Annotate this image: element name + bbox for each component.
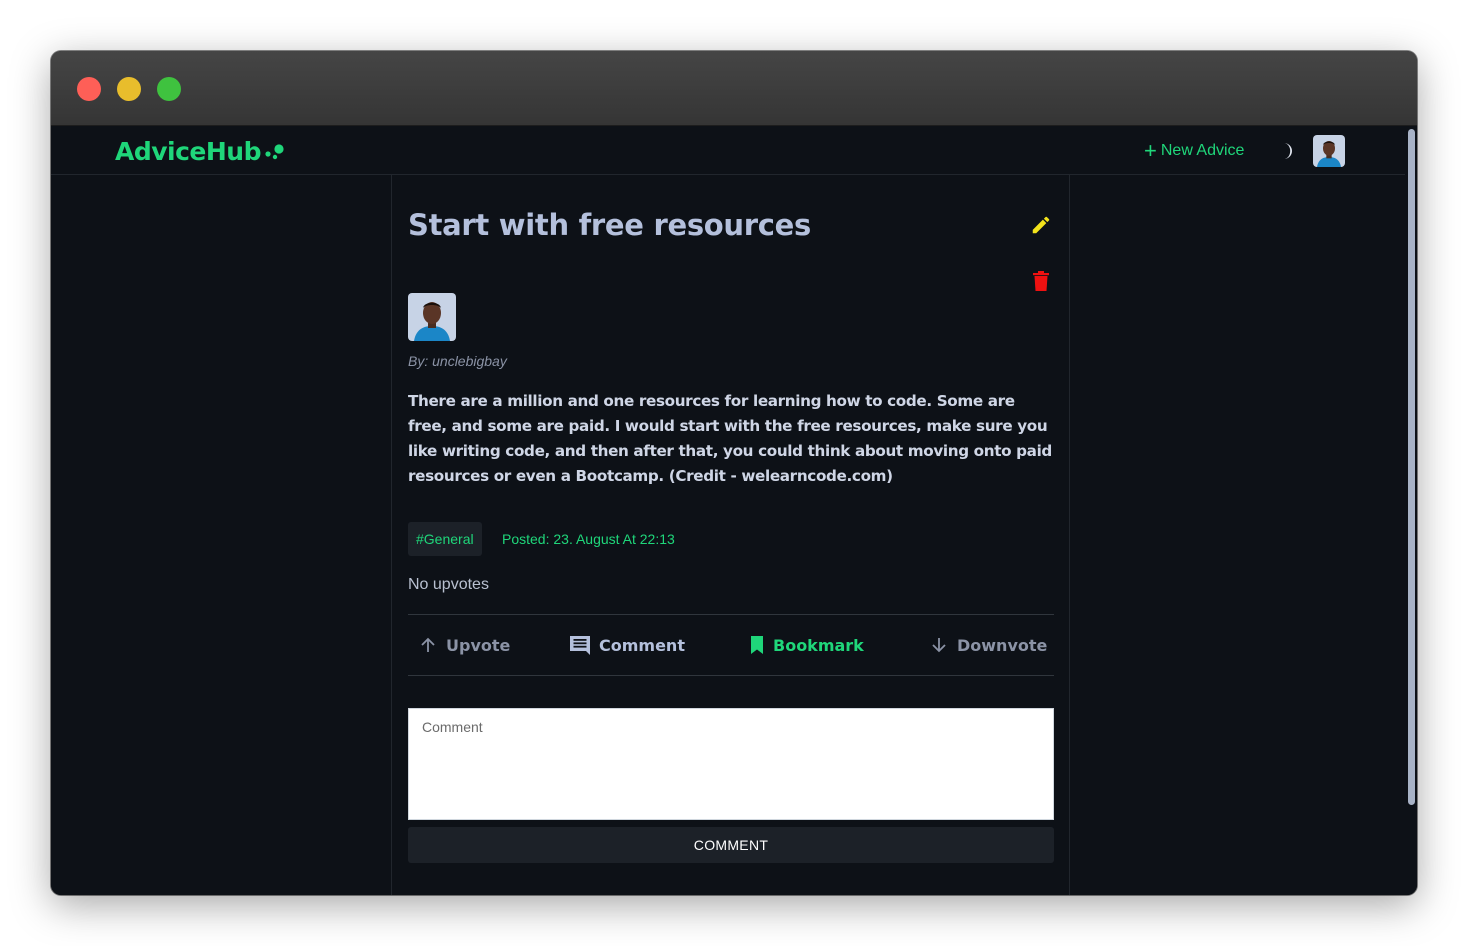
maximize-window-button[interactable] <box>157 77 181 101</box>
pencil-icon[interactable] <box>1030 214 1052 236</box>
tag-badge[interactable]: #General <box>408 522 482 556</box>
post-title: Start with free resources <box>408 208 811 242</box>
upvote-count: No upvotes <box>408 576 489 593</box>
downvote-button[interactable]: Downvote <box>929 633 1047 657</box>
post-body: There are a million and one resources fo… <box>408 392 1052 485</box>
upvote-label: Upvote <box>446 635 511 655</box>
minimize-window-button[interactable] <box>117 77 141 101</box>
arrow-down-icon <box>932 638 946 653</box>
post-author[interactable]: By: unclebigbay <box>408 353 507 369</box>
post-actions: Upvote Comment Bookmark Downvote <box>408 614 1054 676</box>
logo-dots-icon <box>264 139 286 163</box>
brand-name: AdviceHub <box>115 136 262 166</box>
brand-logo[interactable]: AdviceHub <box>115 135 286 167</box>
downvote-label: Downvote <box>957 635 1048 655</box>
bookmark-button[interactable]: Bookmark <box>749 633 864 657</box>
comment-label: Comment <box>599 635 685 655</box>
post-timestamp: Posted: 23. August At 22:13 <box>502 531 675 547</box>
author-avatar[interactable] <box>408 293 456 341</box>
comment-icon <box>570 636 590 655</box>
page-viewport: AdviceHub + New Advice Start with free r… <box>51 127 1417 895</box>
comment-action-button[interactable]: Comment <box>569 633 685 657</box>
arrow-up-icon <box>421 637 435 652</box>
user-avatar[interactable] <box>1313 135 1345 167</box>
comment-input[interactable] <box>408 708 1054 820</box>
navbar: AdviceHub + New Advice <box>51 127 1405 175</box>
upvote-button[interactable]: Upvote <box>418 633 510 657</box>
submit-comment-button[interactable]: COMMENT <box>408 827 1054 863</box>
browser-window: AdviceHub + New Advice Start with free r… <box>51 51 1417 895</box>
bookmark-label: Bookmark <box>773 635 864 655</box>
new-advice-button[interactable]: + New Advice <box>1144 140 1244 162</box>
bookmark-icon <box>751 636 763 654</box>
window-titlebar <box>51 51 1417 126</box>
scrollbar[interactable] <box>1405 127 1417 895</box>
new-advice-label: New Advice <box>1160 142 1245 159</box>
plus-icon: + <box>1144 138 1157 163</box>
post-detail: Start with free resources By: unclebigba… <box>391 175 1070 895</box>
moon-icon[interactable] <box>1277 141 1297 161</box>
close-window-button[interactable] <box>77 77 101 101</box>
trash-icon[interactable] <box>1032 271 1050 291</box>
scrollbar-thumb[interactable] <box>1408 129 1415 805</box>
